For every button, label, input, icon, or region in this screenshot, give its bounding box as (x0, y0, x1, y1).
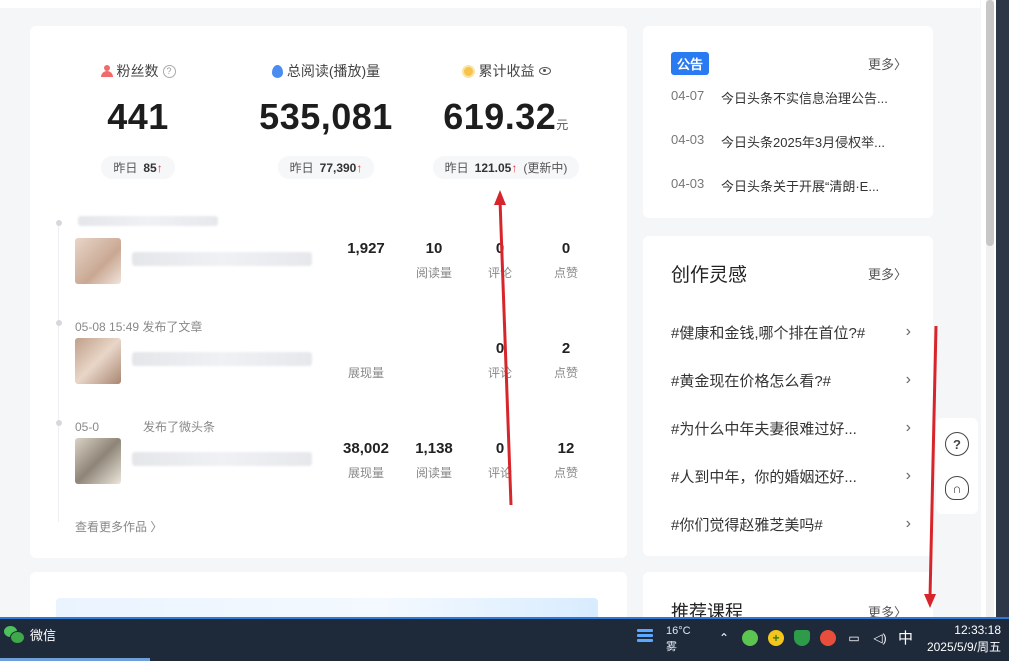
clock-date: 2025/5/9/周五 (926, 640, 1001, 654)
annotation-arrowhead-down (924, 594, 936, 608)
system-clock[interactable]: 12:33:18 2025/5/9/周五 (905, 622, 1001, 656)
plus-tray-icon[interactable]: + (768, 629, 784, 646)
page: 粉丝数 ? 441 昨日 85↑ 总阅读(播放)量 535,081 昨日 77,… (0, 0, 1009, 617)
shield-icon[interactable] (794, 629, 810, 646)
weather-temp: 16°C (666, 625, 691, 637)
taskbar-accent (0, 617, 1009, 619)
taskbar-app-label: 微信 (30, 628, 57, 643)
widgets-icon[interactable] (637, 629, 653, 643)
qq-tray-icon[interactable] (820, 629, 836, 646)
annotation-arrowhead-up (494, 190, 506, 205)
taskbar: 微信 16°C 雾 ⌃ + ▭ ◁) 中 12:33:18 2025/5/9/周… (0, 617, 1009, 661)
taskbar-wechat-app[interactable]: 微信 (4, 625, 56, 644)
network-icon[interactable]: ▭ (846, 630, 862, 646)
tray-caret-icon[interactable]: ⌃ (716, 630, 732, 646)
clock-time: 12:33:18 (954, 623, 1001, 637)
annotation-overlay (494, 190, 938, 608)
weather-widget[interactable]: 16°C 雾 (666, 623, 691, 655)
system-tray: ⌃ + ▭ ◁) 中 (716, 627, 913, 648)
volume-icon[interactable]: ◁) (872, 630, 888, 646)
weather-desc: 雾 (666, 641, 677, 653)
wechat-icon (4, 625, 25, 644)
annotation-arrow-up (498, 199, 513, 506)
wechat-tray-icon[interactable] (742, 629, 758, 646)
annotation-arrow-down (928, 325, 938, 599)
